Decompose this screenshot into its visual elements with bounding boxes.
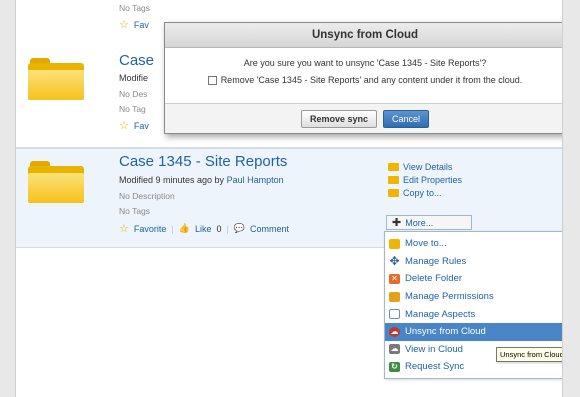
menu-item-manage-aspects[interactable]: Manage Aspects — [385, 305, 562, 323]
tags-label: No Tag — [119, 104, 146, 114]
description-label: No Description — [119, 191, 175, 201]
item-actions: ☆ Favorite | 👍 Like 0 | 💬 Comment — [119, 223, 290, 235]
favorite-link[interactable]: ☆ Fav — [119, 119, 149, 132]
view-details-link[interactable]: View Details — [388, 160, 462, 173]
comment-link[interactable]: Comment — [250, 224, 289, 234]
cloud-icon: ☁ — [389, 326, 400, 337]
favorite-link[interactable]: ☆ Fav — [119, 18, 149, 31]
description-label: No Des — [119, 89, 148, 99]
modified-info: Modifie — [119, 73, 149, 83]
menu-item-unsync-from-cloud[interactable]: ☁ Unsync from Cloud — [385, 322, 562, 341]
delete-icon: ✕ — [389, 273, 400, 284]
like-link[interactable]: Like — [195, 224, 212, 234]
tags-label: No Tags — [119, 3, 151, 13]
folder-icon — [389, 238, 400, 249]
menu-item-manage-rules[interactable]: ✥ Manage Rules — [385, 253, 562, 271]
menu-item-manage-permissions[interactable]: Manage Permissions — [385, 288, 562, 306]
remove-content-option: Remove 'Case 1345 - Site Reports' and an… — [165, 75, 562, 85]
document-library-frame: No Tags ☆ Fav Case Modifie No Des No Tag… — [15, 0, 563, 397]
aspects-icon — [389, 309, 400, 320]
sync-icon: ↻ — [389, 361, 400, 372]
view-cloud-icon: ☁ — [389, 344, 400, 355]
checkbox-label: Remove 'Case 1345 - Site Reports' and an… — [220, 75, 523, 85]
copy-to-link[interactable]: Copy to... — [388, 186, 462, 199]
dialog-buttons: Remove sync Cancel — [165, 103, 562, 133]
thumbs-up-icon: 👍 — [178, 223, 190, 233]
plus-icon: ✚ — [392, 217, 402, 229]
dialog-title: Unsync from Cloud — [165, 23, 562, 48]
star-icon: ☆ — [119, 19, 129, 31]
dialog-question: Are you sure you want to unsync 'Case 13… — [243, 58, 487, 68]
document-title[interactable]: Case 1345 - Site Reports — [119, 153, 287, 170]
menu-item-delete-folder[interactable]: ✕ Delete Folder — [385, 270, 562, 288]
remove-content-checkbox[interactable] — [207, 75, 217, 85]
tooltip: Unsync from Cloud — [496, 347, 562, 362]
menu-item-move-to[interactable]: Move to... — [385, 235, 562, 253]
comment-icon: 💬 — [233, 223, 246, 233]
user-link[interactable]: Paul Hampton — [227, 175, 284, 185]
folder-icon[interactable] — [28, 58, 84, 100]
edit-properties-link[interactable]: Edit Properties — [388, 173, 462, 186]
document-title[interactable]: Case — [119, 52, 154, 69]
like-count: 0 — [216, 223, 222, 234]
star-icon: ☆ — [119, 223, 129, 235]
rules-icon: ✥ — [389, 254, 400, 269]
modified-info: Modified 9 minutes ago by Paul Hampton — [119, 175, 284, 185]
star-icon: ☆ — [119, 120, 129, 132]
permissions-icon — [389, 291, 400, 302]
cancel-button[interactable]: Cancel — [383, 109, 430, 128]
remove-sync-button[interactable]: Remove sync — [300, 109, 377, 128]
copy-icon — [388, 188, 399, 197]
view-details-icon — [388, 162, 399, 171]
more-actions-button[interactable]: ✚ More... — [386, 215, 472, 230]
edit-properties-icon — [388, 175, 399, 184]
tags-label: No Tags — [119, 206, 151, 216]
unsync-dialog: Unsync from Cloud Are you sure you want … — [164, 22, 562, 134]
favorite-link[interactable]: Favorite — [134, 224, 167, 234]
folder-icon[interactable] — [28, 161, 84, 203]
item-side-actions: View Details Edit Properties Copy to... — [388, 160, 462, 199]
